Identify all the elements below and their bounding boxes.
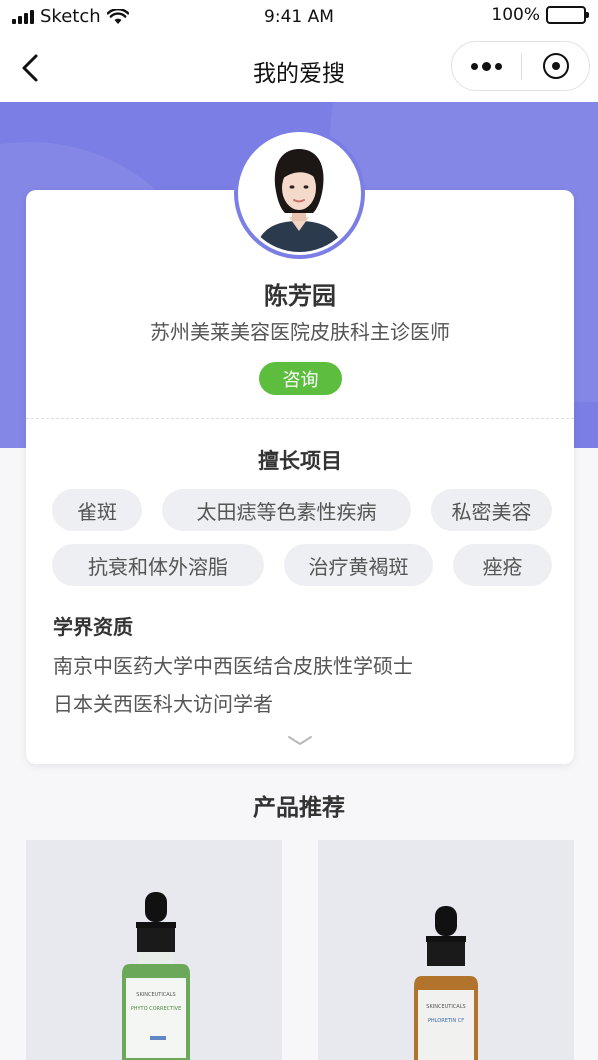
- battery-icon: [546, 6, 589, 24]
- svg-text:PHLORETIN CF: PHLORETIN CF: [428, 1018, 464, 1024]
- svg-text:PHYTO CORRECTIVE: PHYTO CORRECTIVE: [131, 1006, 182, 1012]
- chevron-down-icon: [288, 736, 312, 746]
- doctor-card: 陈芳园 苏州美莱美容医院皮肤科主诊医师 咨询 擅长项目 雀斑 太田痣等色素性疾病…: [26, 190, 574, 764]
- product-card[interactable]: SKINCEUTICALS PHLORETIN CF: [318, 840, 574, 1060]
- doctor-portrait: [241, 135, 358, 252]
- qualification-item: 日本关西医科大访问学者: [53, 692, 273, 716]
- target-icon: [543, 53, 569, 79]
- svg-text:SKINCEUTICALS: SKINCEUTICALS: [136, 992, 175, 998]
- status-right: 100%: [491, 5, 589, 25]
- specialty-tag[interactable]: 治疗黄褐斑: [284, 544, 433, 586]
- battery-percent: 100%: [491, 5, 540, 25]
- qualifications-heading: 学界资质: [53, 615, 133, 639]
- navigation-bar: 我的爱搜: [0, 34, 598, 102]
- product-card[interactable]: SKINCEUTICALS PHYTO CORRECTIVE: [26, 840, 282, 1060]
- products-heading: 产品推荐: [253, 795, 345, 821]
- serum-bottle-image: SKINCEUTICALS PHLORETIN CF: [414, 906, 478, 1060]
- specialty-tag[interactable]: 雀斑: [52, 489, 142, 531]
- specialty-tag[interactable]: 抗衰和体外溶脂: [52, 544, 264, 586]
- svg-text:SKINCEUTICALS: SKINCEUTICALS: [426, 1004, 465, 1010]
- more-dots-icon: [471, 61, 502, 71]
- specialty-tag[interactable]: 痤疮: [453, 544, 552, 586]
- specialties-heading: 擅长项目: [258, 449, 342, 473]
- close-mini-program-button[interactable]: [522, 42, 590, 90]
- specialty-tag[interactable]: 私密美容: [431, 489, 552, 531]
- doctor-name: 陈芳园: [264, 282, 336, 310]
- serum-bottle-image: SKINCEUTICALS PHYTO CORRECTIVE: [122, 892, 190, 1060]
- status-bar: Sketch 9:41 AM 100%: [0, 0, 598, 34]
- expand-button[interactable]: [286, 733, 314, 749]
- more-button[interactable]: [452, 42, 521, 90]
- doctor-title: 苏州美莱美容医院皮肤科主诊医师: [150, 320, 450, 344]
- back-button[interactable]: [14, 48, 50, 88]
- qualification-item: 南京中医药大学中西医结合皮肤性学硕士: [53, 654, 413, 678]
- mini-program-capsule: [451, 41, 590, 91]
- chevron-left-icon: [22, 54, 38, 82]
- consult-button[interactable]: 咨询: [259, 362, 342, 395]
- specialty-tag[interactable]: 太田痣等色素性疾病: [162, 489, 411, 531]
- doctor-avatar: [234, 128, 365, 259]
- divider: [26, 418, 574, 419]
